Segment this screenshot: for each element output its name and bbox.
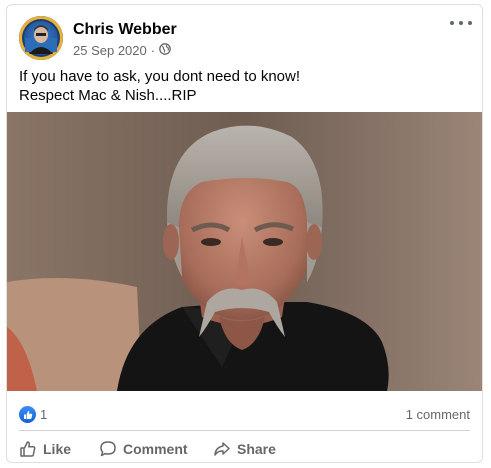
- like-label: Like: [43, 441, 72, 457]
- comment-count[interactable]: 1 comment: [406, 407, 470, 422]
- more-dot: [468, 21, 472, 25]
- post-date[interactable]: 25 Sep 2020: [73, 43, 147, 58]
- more-dot: [459, 21, 463, 25]
- like-button[interactable]: Like: [19, 439, 71, 459]
- comment-icon: [99, 440, 117, 458]
- post-text: If you have to ask, you dont need to kno…: [19, 67, 470, 105]
- share-icon: [213, 440, 231, 458]
- thumbs-up-icon: [19, 440, 37, 458]
- comment-button[interactable]: Comment: [99, 439, 188, 459]
- post-meta: 25 Sep 2020 ·: [73, 41, 171, 59]
- post-text-line: If you have to ask, you dont need to kno…: [19, 68, 301, 85]
- post-actions: Like Comment Share: [7, 433, 482, 462]
- comment-label: Comment: [123, 441, 188, 457]
- share-label: Share: [237, 441, 276, 457]
- more-dot: [450, 21, 454, 25]
- globe-icon: [159, 42, 171, 58]
- author-name[interactable]: Chris Webber: [73, 21, 177, 39]
- post-card: Chris Webber 25 Sep 2020 · If you have t…: [6, 4, 483, 463]
- more-options-button[interactable]: [450, 18, 472, 28]
- meta-separator: ·: [150, 42, 156, 58]
- reactions-bar: 1 1 comment: [19, 405, 470, 425]
- share-button[interactable]: Share: [213, 439, 276, 459]
- post-header: Chris Webber 25 Sep 2020 ·: [7, 5, 482, 65]
- post-photo[interactable]: [7, 112, 482, 391]
- divider: [19, 430, 470, 431]
- thumbs-up-icon[interactable]: [19, 406, 36, 423]
- avatar[interactable]: [19, 16, 63, 60]
- post-text-line: Respect Mac & Nish....RIP: [19, 87, 197, 104]
- like-count[interactable]: 1: [40, 407, 47, 422]
